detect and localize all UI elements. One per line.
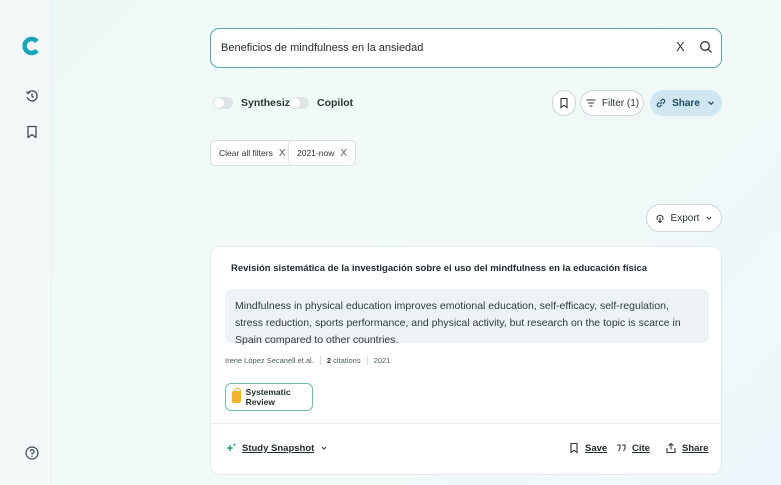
study-type-label: Systematic Review [245,387,291,407]
copilot-label: Copilot [317,97,354,109]
chevron-down-icon [321,446,327,450]
search-input[interactable] [221,39,651,57]
help-icon[interactable] [25,446,39,460]
bookmark-icon [560,97,568,109]
history-icon[interactable] [25,89,39,103]
share-label: Share [682,442,709,454]
cite-icon [617,444,626,452]
result-year: 2021 [373,356,391,365]
result-summary: Mindfulness in physical education improv… [225,289,709,346]
cite-button[interactable]: Cite [615,442,650,454]
year-filter-label: 2021-now [297,148,335,158]
share-icon [666,442,676,454]
citations-label: citations [333,356,361,365]
result-meta: Irene López Secanell et al. 2 citations … [225,356,390,365]
sparkle-icon [226,443,237,452]
synthesize-switch[interactable] [213,97,233,109]
chevron-down-icon [707,101,714,106]
card-divider [211,423,721,424]
clear-all-filters-label: Clear all filters [219,148,273,158]
filter-icon [586,99,596,107]
lock-icon [232,388,241,403]
save-button[interactable]: Save [568,442,607,454]
bookmark-results-button[interactable] [552,90,576,116]
share-results-button[interactable]: Share [650,90,722,116]
study-snapshot-label: Study Snapshot [242,442,315,454]
filter-button[interactable]: Filter (1) [580,90,644,116]
clear-search-button[interactable]: X [676,39,685,54]
bookmark-icon[interactable] [25,125,39,139]
export-label: Export [670,212,700,224]
close-icon: X [340,147,348,159]
close-icon: X [278,147,286,159]
result-citations[interactable]: 2 citations [327,356,361,365]
share-link-icon [656,98,666,108]
save-label: Save [585,442,608,454]
share-button[interactable]: Share [665,442,708,454]
divider [366,356,368,365]
copilot-toggle[interactable]: Copilot [289,96,353,110]
citations-count: 2 [326,356,331,365]
year-filter-chip[interactable]: 2021-now X [288,140,357,166]
search-icon[interactable] [699,40,713,54]
copilot-switch[interactable] [289,97,309,109]
result-title[interactable]: Revisión sistemática de la investigación… [231,263,647,274]
divider [319,356,321,365]
clear-all-filters-chip[interactable]: Clear all filters X [210,140,295,166]
filter-label: Filter (1) [601,97,640,109]
bookmark-icon [570,442,578,454]
export-icon [656,214,664,224]
result-authors[interactable]: Irene López Secanell et al. [225,356,314,365]
study-type-badge: Systematic Review [225,383,313,411]
result-card: Revisión sistemática de la investigación… [210,246,722,475]
export-button[interactable]: Export [646,204,722,232]
synthesize-toggle[interactable]: Synthesize [213,96,296,110]
sidebar [0,0,52,485]
synthesize-label: Synthesize [241,97,296,109]
logo-icon[interactable] [22,36,42,56]
search-bar[interactable]: X [210,28,722,68]
chevron-down-icon [707,216,712,220]
cite-label: Cite [632,442,650,454]
study-snapshot-button[interactable]: Study Snapshot [225,442,329,454]
share-label: Share [672,97,700,109]
